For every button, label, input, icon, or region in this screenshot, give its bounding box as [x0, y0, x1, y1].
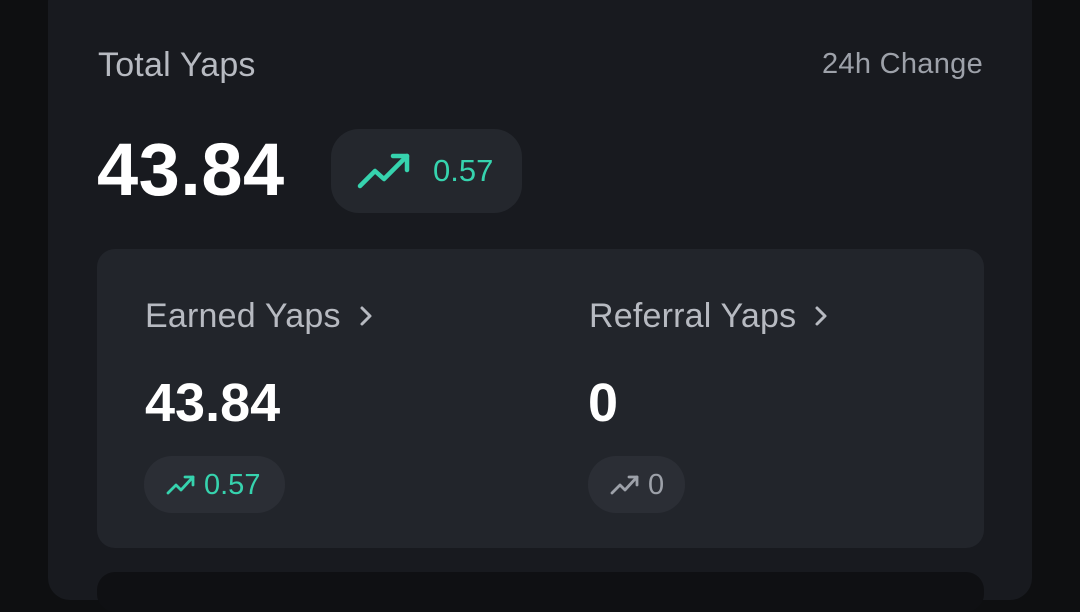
referral-yaps-link[interactable]: Referral Yaps: [589, 297, 828, 336]
referral-change-value: 0: [648, 469, 665, 501]
referral-yaps-value: 0: [588, 373, 619, 433]
total-yaps-value: 43.84: [97, 128, 285, 211]
total-change-value: 0.57: [433, 153, 494, 188]
next-card-edge: [97, 572, 984, 612]
earned-change-badge: 0.57: [144, 456, 285, 513]
earned-change-value: 0.57: [204, 469, 261, 501]
earned-yaps-value: 43.84: [145, 373, 281, 433]
earned-yaps-link[interactable]: Earned Yaps: [145, 297, 373, 336]
referral-change-badge: 0: [588, 456, 685, 513]
referral-yaps-title: Referral Yaps: [589, 297, 797, 335]
yaps-breakdown-panel: Earned Yaps 43.84 0.57 Referral Yaps 0 0: [97, 249, 984, 548]
earned-yaps-title: Earned Yaps: [145, 297, 341, 335]
chevron-right-icon: [359, 297, 373, 336]
change-period-label: 24h Change: [821, 48, 983, 80]
total-yaps-title: Total Yaps: [98, 46, 256, 84]
trend-up-icon: [166, 475, 195, 495]
trend-up-icon: [610, 475, 639, 495]
trend-up-icon: [357, 153, 410, 189]
chevron-right-icon: [814, 297, 828, 336]
total-change-badge: 0.57: [331, 129, 522, 213]
